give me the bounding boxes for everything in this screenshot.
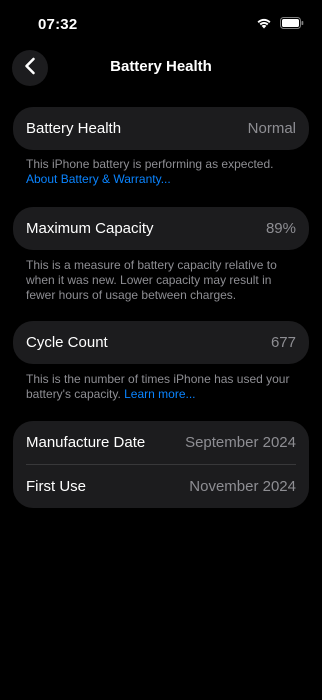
wifi-icon bbox=[256, 17, 272, 29]
cycle-count-label: Cycle Count bbox=[26, 334, 108, 351]
maximum-capacity-row: Maximum Capacity 89% bbox=[13, 207, 309, 250]
first-use-value: November 2024 bbox=[189, 478, 296, 495]
maximum-capacity-card: Maximum Capacity 89% bbox=[13, 207, 309, 250]
battery-health-note-text: This iPhone battery is performing as exp… bbox=[26, 157, 274, 171]
manufacture-date-value: September 2024 bbox=[185, 434, 296, 451]
first-use-row: First Use November 2024 bbox=[13, 465, 309, 508]
cycle-count-note: This is the number of times iPhone has u… bbox=[26, 372, 298, 402]
cycle-count-value: 677 bbox=[270, 334, 296, 351]
about-battery-warranty-link[interactable]: About Battery & Warranty... bbox=[26, 172, 171, 186]
status-time: 07:32 bbox=[38, 16, 78, 33]
maximum-capacity-value: 89% bbox=[265, 220, 296, 237]
dates-card: Manufacture Date September 2024 First Us… bbox=[13, 421, 309, 508]
maximum-capacity-label: Maximum Capacity bbox=[26, 220, 154, 237]
battery-icon bbox=[280, 17, 304, 29]
maximum-capacity-note: This is a measure of battery capacity re… bbox=[26, 258, 277, 302]
battery-health-label: Battery Health bbox=[26, 120, 122, 137]
battery-health-card: Battery Health Normal bbox=[13, 107, 309, 150]
status-bar: 07:32 bbox=[0, 0, 322, 50]
battery-health-row: Battery Health Normal bbox=[13, 107, 309, 150]
status-icons bbox=[256, 17, 304, 29]
manufacture-date-label: Manufacture Date bbox=[26, 434, 146, 451]
learn-more-link[interactable]: Learn more... bbox=[124, 387, 195, 401]
battery-health-note: This iPhone battery is performing as exp… bbox=[26, 157, 298, 187]
cycle-count-row: Cycle Count 677 bbox=[13, 321, 309, 364]
first-use-label: First Use bbox=[26, 478, 86, 495]
nav-bar: Battery Health bbox=[0, 48, 322, 88]
manufacture-date-row: Manufacture Date September 2024 bbox=[13, 421, 309, 464]
page-title: Battery Health bbox=[110, 58, 212, 75]
cycle-count-card: Cycle Count 677 bbox=[13, 321, 309, 364]
home-indicator bbox=[105, 688, 217, 692]
battery-health-value: Normal bbox=[247, 120, 296, 137]
